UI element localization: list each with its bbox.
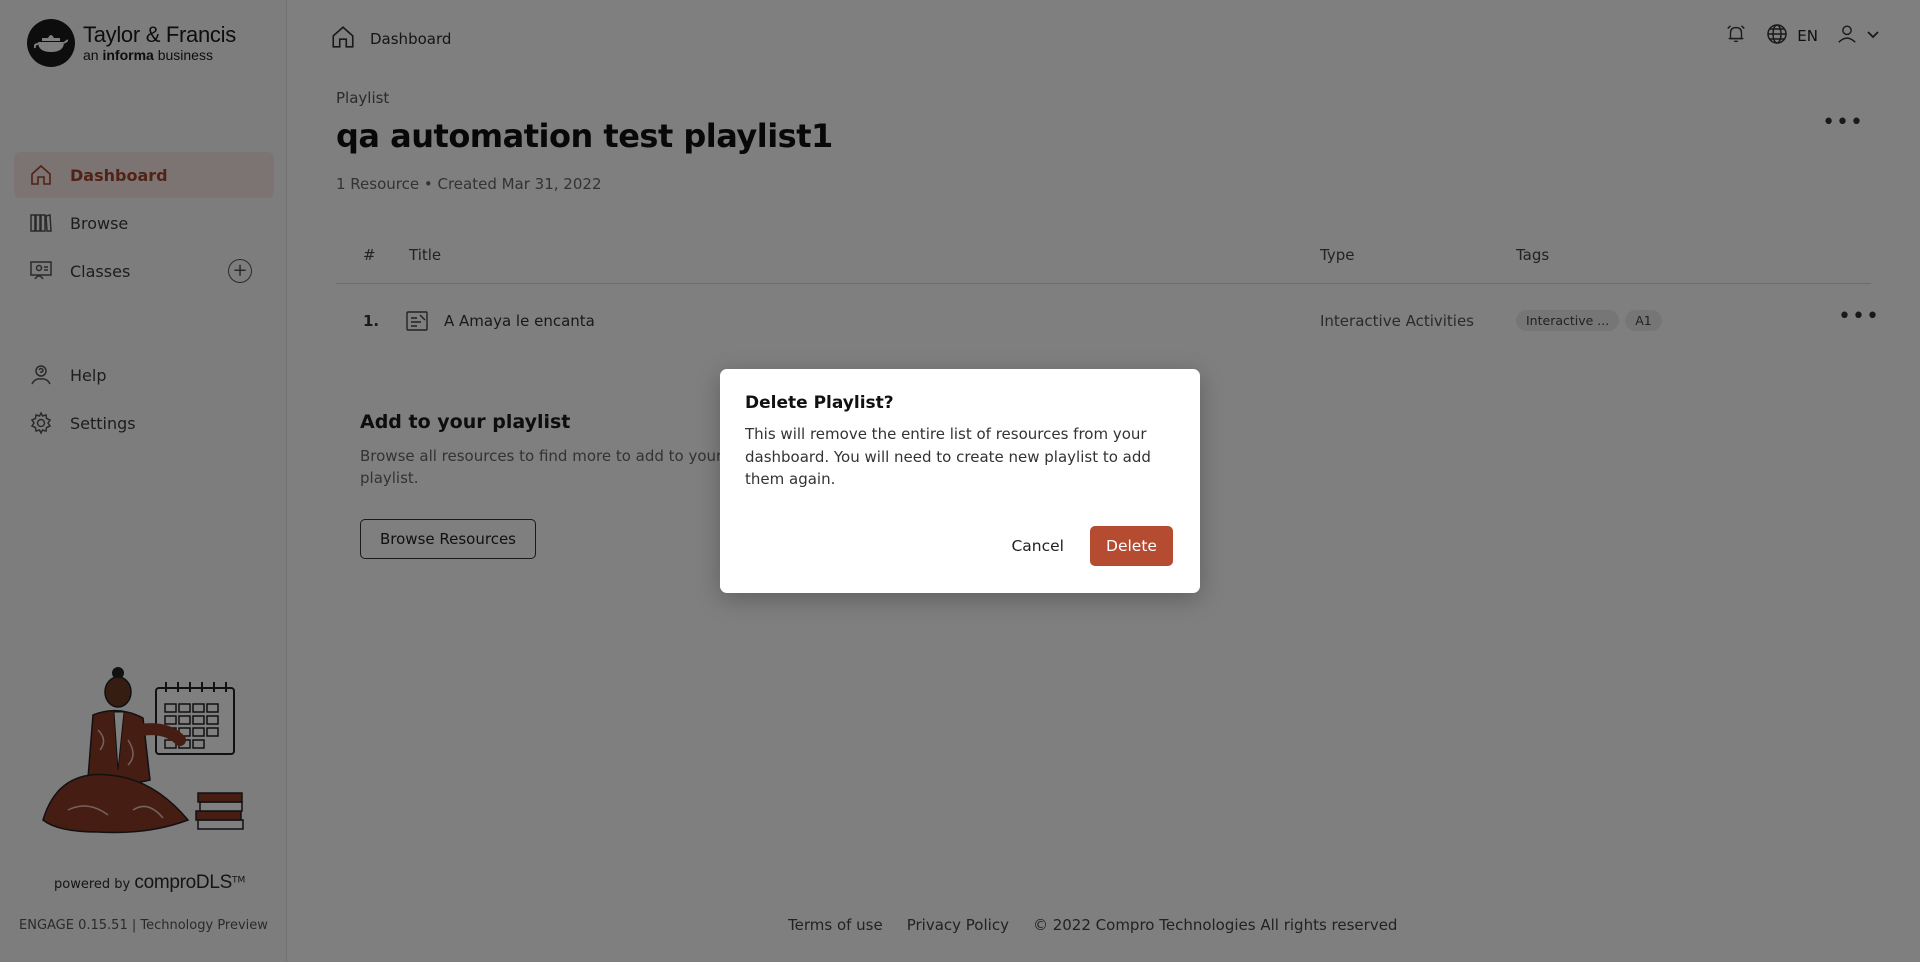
dialog-body: This will remove the entire list of reso…	[745, 425, 1151, 488]
delete-playlist-dialog: Delete Playlist? This will remove the en…	[720, 369, 1200, 593]
modal-backdrop[interactable]: Delete Playlist? This will remove the en…	[0, 0, 1920, 962]
cancel-button[interactable]: Cancel	[1011, 537, 1064, 555]
delete-button[interactable]: Delete	[1090, 526, 1173, 566]
dialog-title: Delete Playlist?	[745, 393, 894, 413]
dialog-actions: Cancel Delete	[1011, 526, 1173, 566]
